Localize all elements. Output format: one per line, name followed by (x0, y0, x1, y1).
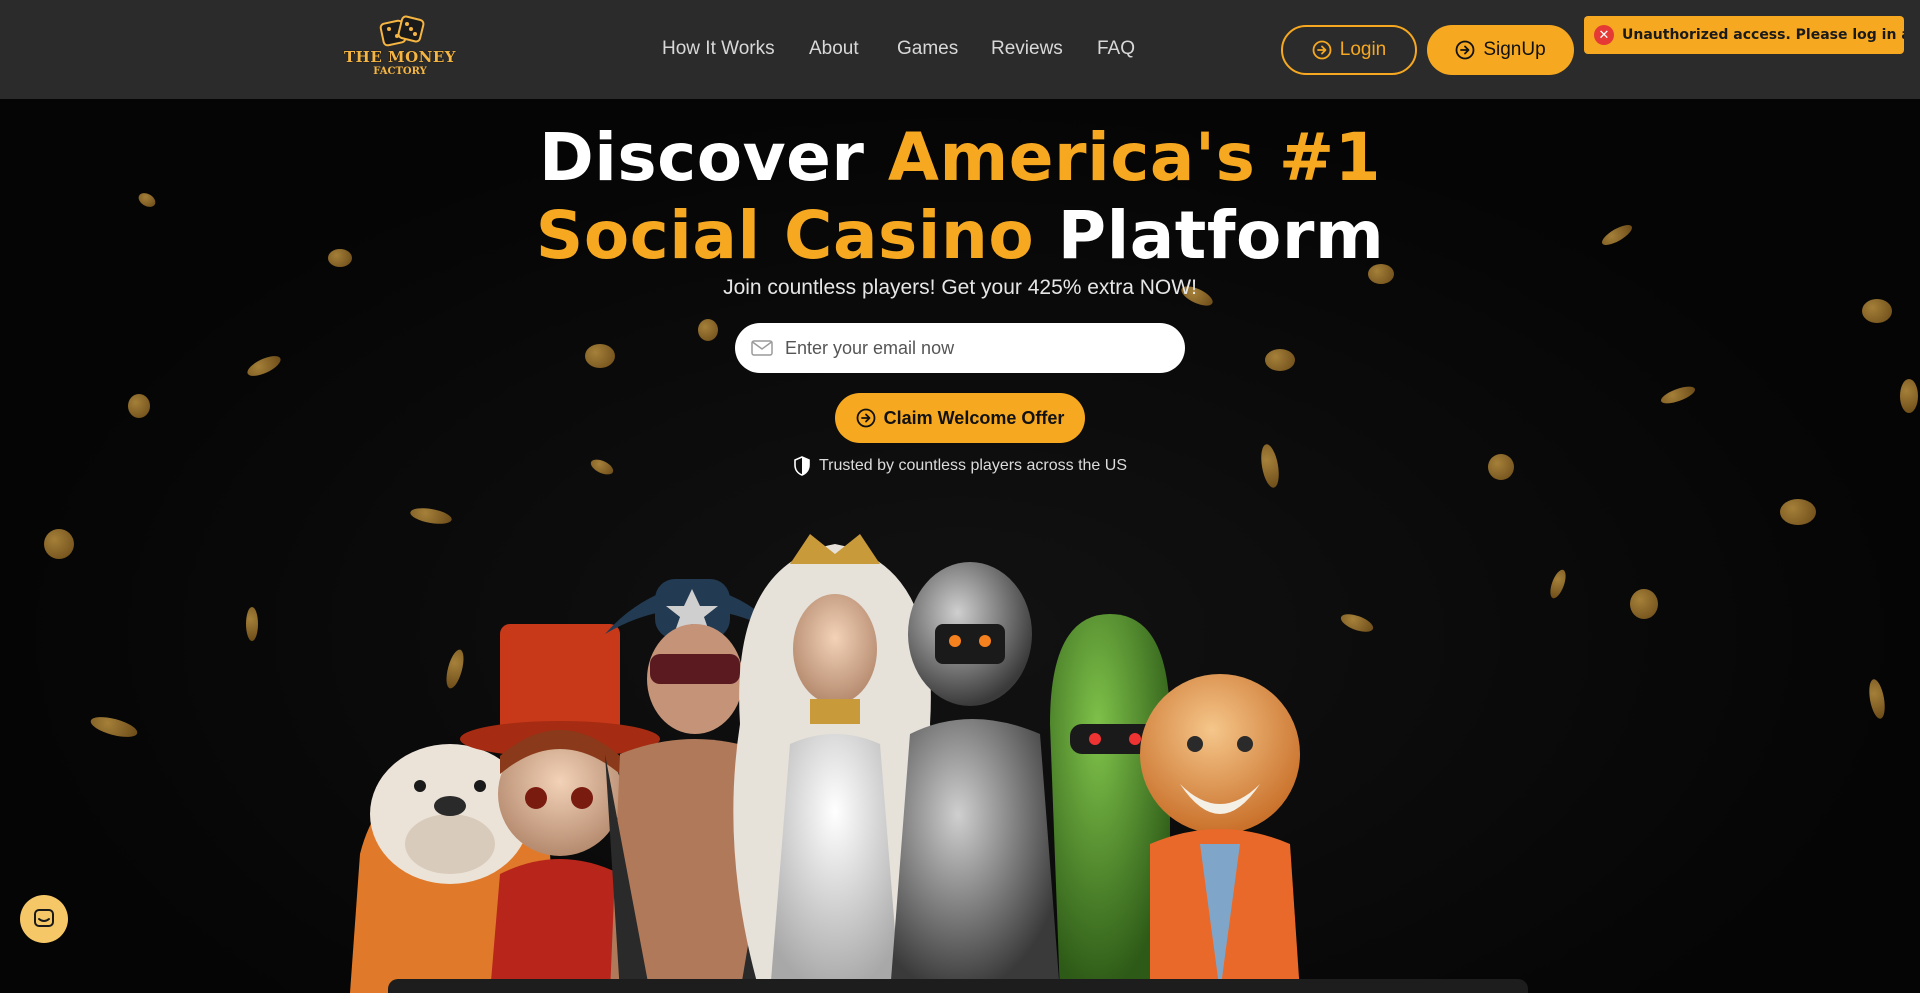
trust-text: Trusted by countless players across the … (819, 457, 1127, 474)
coin-decoration (1862, 299, 1892, 323)
coin-decoration (698, 319, 718, 341)
nav-games[interactable]: Games (897, 38, 958, 60)
mail-icon (751, 340, 773, 356)
coin-decoration (1866, 678, 1888, 720)
trust-line: Trusted by countless players across the … (0, 456, 1920, 476)
hero-section: Discover America's #1 Social Casino Plat… (0, 99, 1920, 993)
coin-decoration (244, 352, 284, 380)
error-toast[interactable]: ✕ Unauthorized access. Please log in aga… (1584, 16, 1904, 54)
login-label: Login (1339, 39, 1387, 60)
hero-title-part4: Platform (1057, 197, 1385, 274)
nav-reviews[interactable]: Reviews (991, 38, 1063, 60)
toast-message: Unauthorized access. Please log in again… (1622, 27, 1904, 43)
dice-icon (379, 15, 425, 47)
email-input[interactable] (785, 337, 1145, 359)
coin-decoration (88, 713, 140, 741)
coin-decoration (1630, 589, 1658, 619)
coin-decoration (246, 607, 258, 641)
circle-arrow-right-icon (1455, 40, 1475, 60)
email-field[interactable] (735, 323, 1185, 373)
circle-arrow-right-icon (856, 408, 876, 428)
login-button[interactable]: Login (1281, 25, 1417, 75)
coin-decoration (1265, 349, 1295, 371)
chat-widget-button[interactable] (20, 895, 68, 943)
coin-decoration (585, 344, 615, 368)
knight-character (890, 562, 1060, 993)
circle-arrow-right-icon (1312, 40, 1332, 60)
brand-name: THE MONEY (343, 48, 456, 66)
hero-title-part2: America's #1 (887, 119, 1382, 196)
hero-title-part3: Social Casino (535, 197, 1035, 274)
nav-how-it-works[interactable]: How It Works (662, 38, 775, 60)
claim-offer-label: Claim Welcome Offer (883, 407, 1065, 428)
hero-title: Discover America's #1 Social Casino Plat… (0, 119, 1920, 275)
brand-logo[interactable]: THE MONEY FACTORY (342, 12, 458, 80)
claim-offer-button[interactable]: Claim Welcome Offer (835, 393, 1085, 443)
error-x-icon: ✕ (1594, 25, 1614, 45)
coin-decoration (1780, 499, 1816, 525)
coin-decoration (128, 394, 150, 418)
coin-decoration (44, 529, 74, 559)
chat-icon (34, 909, 54, 927)
nav-faq[interactable]: FAQ (1097, 38, 1135, 60)
brand-subname: FACTORY (373, 66, 427, 77)
site-header: THE MONEY FACTORY How It Works About Gam… (0, 0, 1920, 99)
coin-decoration (1900, 379, 1918, 413)
shield-icon (794, 456, 810, 476)
signup-label: SignUp (1483, 39, 1546, 60)
casino-characters-illustration (350, 534, 1300, 993)
signup-button[interactable]: SignUp (1427, 25, 1574, 75)
nav-about[interactable]: About (809, 38, 859, 60)
hero-subtitle: Join countless players! Get your 425% ex… (723, 276, 1197, 299)
hero-title-part1: Discover (538, 119, 865, 196)
content-panel-top (388, 979, 1528, 993)
coin-decoration (1659, 383, 1697, 407)
